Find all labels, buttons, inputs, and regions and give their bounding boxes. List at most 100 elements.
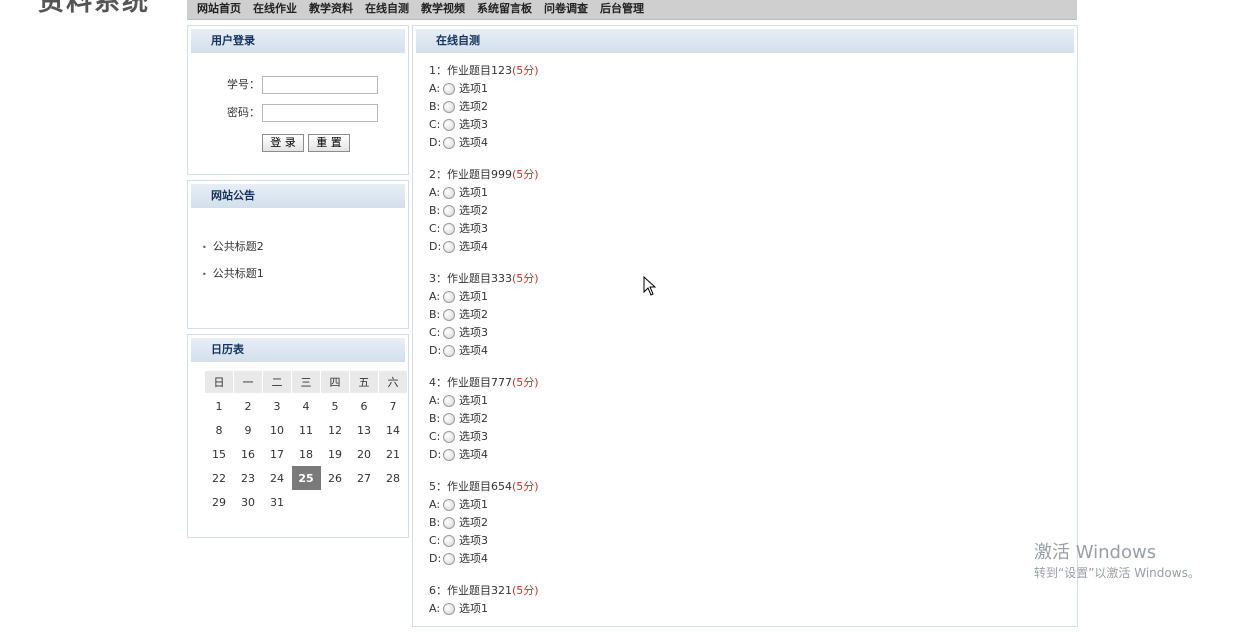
answer-radio[interactable] [443,413,455,425]
answer-radio[interactable] [443,291,455,303]
calendar-day [292,490,321,514]
quiz-question: 1：作业题目123(5分) A: 选项1 B: 选项2 C: 选项3 D: 选项4 [429,62,539,152]
calendar-day[interactable]: 23 [234,466,263,490]
option-label: 选项4 [459,344,488,357]
calendar-day[interactable]: 22 [205,466,234,490]
reset-button[interactable]: 重 置 [308,134,350,152]
calendar-today[interactable]: 25 [291,466,321,490]
answer-radio[interactable] [443,309,455,321]
calendar-day[interactable]: 26 [321,466,350,490]
notice-item[interactable]: • 公共标题2 [202,233,264,260]
quiz-question: 3：作业题目333(5分) A: 选项1 B: 选项2 C: 选项3 D: 选项4 [429,270,539,360]
calendar-day[interactable]: 15 [205,442,234,466]
option-label: 选项3 [459,430,488,443]
notice-item[interactable]: • 公共标题1 [202,260,264,287]
quiz-question: 5：作业题目654(5分) A: 选项1 B: 选项2 C: 选项3 D: 选项4 [429,478,539,568]
answer-radio[interactable] [443,345,455,357]
question-points: (5分) [512,584,539,597]
notice-item-label: 公共标题1 [212,267,264,280]
nav-item[interactable]: 在线作业 [253,0,297,19]
calendar-day[interactable]: 20 [350,442,379,466]
password-input[interactable] [262,104,378,122]
notice-title: 网站公告 [191,184,405,208]
option-letter: C: [429,430,441,443]
option-letter: D: [429,448,442,461]
calendar-day[interactable]: 19 [321,442,350,466]
option-letter: C: [429,326,441,339]
option-letter: B: [429,100,441,113]
question-separator: ： [436,480,447,493]
answer-radio[interactable] [443,499,455,511]
quiz-panel: 在线自测 1：作业题目123(5分) A: 选项1 B: 选项2 C: 选项3 D: 选项4 2：… [412,25,1078,627]
calendar-day[interactable]: 24 [263,466,292,490]
calendar-day[interactable]: 9 [234,418,263,442]
nav-item[interactable]: 后台管理 [600,0,644,19]
calendar-day[interactable]: 3 [263,394,292,419]
calendar-day[interactable]: 6 [350,394,379,419]
calendar-day[interactable]: 8 [205,418,234,442]
calendar-day[interactable]: 18 [292,442,321,466]
question-separator: ： [436,64,447,77]
calendar-day[interactable]: 12 [321,418,350,442]
calendar-day[interactable]: 29 [205,490,234,514]
answer-radio[interactable] [443,517,455,529]
answer-radio[interactable] [443,83,455,95]
calendar-day[interactable]: 14 [379,418,408,442]
answer-radio[interactable] [443,223,455,235]
answer-radio[interactable] [443,327,455,339]
answer-radio[interactable] [443,553,455,565]
nav-item[interactable]: 在线自测 [365,0,409,19]
answer-option: A: 选项1 [429,288,539,306]
option-letter: D: [429,136,442,149]
nav-item[interactable]: 教学视频 [421,0,465,19]
question-title: 4：作业题目777(5分) [429,374,539,392]
answer-radio[interactable] [443,603,455,615]
option-label: 选项4 [459,136,488,149]
nav-item[interactable]: 系统留言板 [477,0,532,19]
answer-radio[interactable] [443,535,455,547]
answer-radio[interactable] [443,119,455,131]
calendar-day[interactable]: 10 [263,418,292,442]
calendar-day[interactable]: 27 [350,466,379,490]
nav-item[interactable]: 网站首页 [197,0,241,19]
answer-radio[interactable] [443,101,455,113]
answer-option: A: 选项1 [429,496,539,514]
calendar-weekday: 日 [204,370,234,394]
answer-radio[interactable] [443,431,455,443]
calendar-day[interactable]: 1 [205,394,234,419]
login-button[interactable]: 登 录 [262,134,304,152]
nav-item[interactable]: 问卷调查 [544,0,588,19]
calendar-day[interactable]: 4 [292,394,321,419]
nav-item[interactable]: 教学资料 [309,0,353,19]
answer-option: C: 选项3 [429,324,539,342]
site-logo: 资料系统 [38,0,188,14]
answer-radio[interactable] [443,395,455,407]
calendar-day[interactable]: 17 [263,442,292,466]
calendar-day[interactable]: 30 [234,490,263,514]
quiz-question: 6：作业题目321(5分) A: 选项1 [429,582,539,618]
answer-radio[interactable] [443,241,455,253]
calendar-day [321,490,350,514]
notice-item-label: 公共标题2 [212,240,264,253]
answer-radio[interactable] [443,137,455,149]
answer-radio[interactable] [443,205,455,217]
answer-radio[interactable] [443,187,455,199]
calendar-day[interactable]: 7 [379,394,408,419]
calendar-day[interactable]: 11 [292,418,321,442]
calendar-day[interactable]: 21 [379,442,408,466]
answer-option: D: 选项4 [429,238,539,256]
calendar-day[interactable]: 13 [350,418,379,442]
calendar-day[interactable]: 28 [379,466,408,490]
calendar-day[interactable]: 16 [234,442,263,466]
answer-option: C: 选项3 [429,220,539,238]
student-id-input[interactable] [262,76,378,94]
question-title: 1：作业题目123(5分) [429,62,539,80]
calendar-day[interactable]: 31 [263,490,292,514]
answer-radio[interactable] [443,449,455,461]
question-title: 5：作业题目654(5分) [429,478,539,496]
answer-option: C: 选项3 [429,116,539,134]
option-label: 选项4 [459,552,488,565]
calendar-day[interactable]: 5 [321,394,350,419]
option-label: 选项1 [459,186,488,199]
calendar-day[interactable]: 2 [234,394,263,419]
